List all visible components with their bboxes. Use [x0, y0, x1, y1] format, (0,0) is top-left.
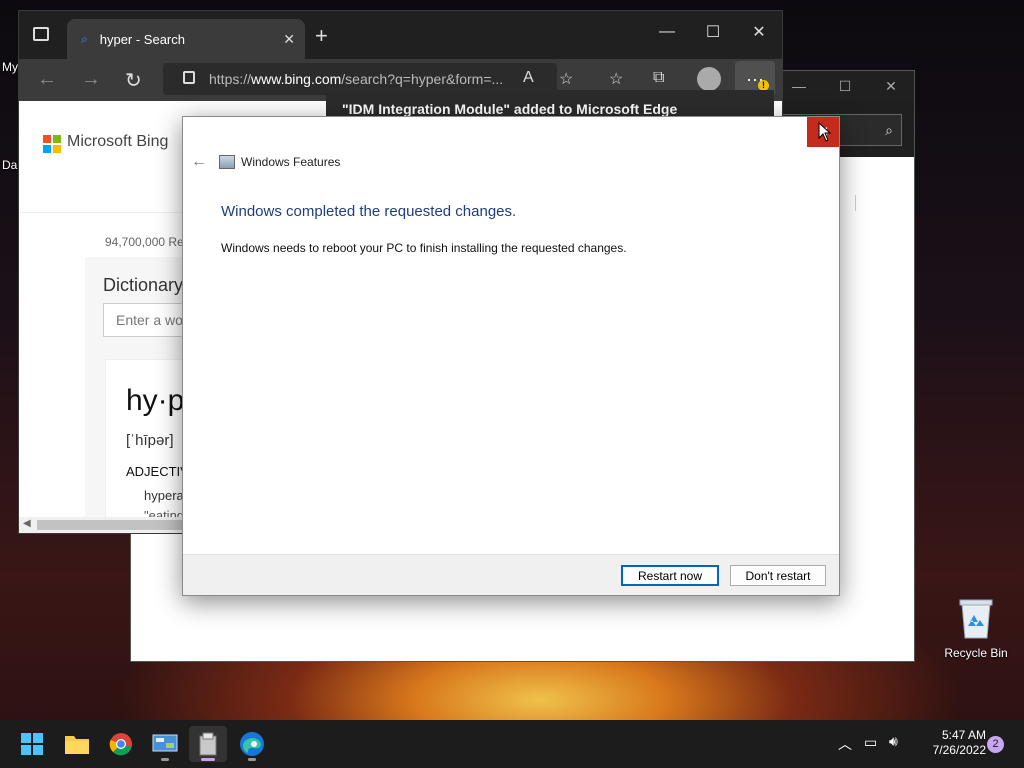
chrome-button[interactable]	[102, 726, 140, 762]
dictionary-word: hy·p	[126, 384, 185, 417]
taskbar: ︿ ▭ 🔊︎ 5:47 AM 7/26/2022 2	[0, 720, 1024, 768]
scroll-left-icon[interactable]: ◀	[23, 518, 31, 529]
file-explorer-button[interactable]	[58, 726, 96, 762]
network-icon[interactable]: ▭	[864, 734, 877, 751]
new-tab-icon[interactable]: +	[315, 23, 328, 49]
lock-icon[interactable]	[183, 71, 195, 84]
dont-restart-button[interactable]: Don't restart	[730, 565, 826, 586]
read-aloud-icon[interactable]: A	[523, 69, 534, 87]
dialog-message: Windows needs to reboot your PC to finis…	[221, 241, 627, 255]
desktop-icon-label: My	[2, 60, 18, 74]
edge-icon	[240, 732, 264, 756]
favorites-icon[interactable]: ☆	[609, 69, 623, 89]
control-panel-icon	[152, 734, 178, 752]
restart-now-button[interactable]: Restart now	[621, 565, 719, 586]
tab-strip: ⌕ hyper - Search ✕ + — ☐ ✕	[19, 11, 782, 59]
dialog-title: Windows Features	[241, 155, 341, 169]
tab-actions-icon[interactable]	[33, 27, 49, 41]
back-arrow-icon[interactable]: ←	[191, 153, 207, 171]
add-favorite-icon[interactable]: ☆	[559, 69, 573, 89]
part-of-speech: ADJECTIV	[126, 464, 189, 479]
close-tab-icon[interactable]: ✕	[283, 31, 295, 48]
tab-title: hyper - Search	[99, 31, 185, 47]
windows-features-icon	[219, 155, 235, 169]
pronunciation: [ˈhīpər]	[126, 432, 174, 449]
recycle-bin-label: Recycle Bin	[944, 646, 1008, 660]
desktop-icon-label: Da	[2, 158, 18, 172]
scrollbar-thumb[interactable]	[37, 520, 197, 530]
divider	[855, 195, 856, 211]
forward-arrow-icon[interactable]: →	[81, 68, 101, 91]
tab-bing-search[interactable]: ⌕ hyper - Search ✕	[67, 19, 305, 59]
dialog-heading: Windows completed the requested changes.	[221, 203, 517, 220]
close-icon[interactable]: ✕	[736, 11, 782, 53]
edge-button[interactable]	[233, 726, 271, 762]
notification-count-badge[interactable]: 2	[987, 736, 1004, 753]
search-icon: ⌕	[81, 31, 88, 46]
dialog-footer: Restart now Don't restart	[183, 554, 839, 595]
control-panel-button[interactable]	[146, 726, 184, 762]
profile-avatar[interactable]	[697, 67, 721, 91]
clock-time: 5:47 AM	[941, 728, 986, 742]
close-icon[interactable]: ✕	[868, 71, 914, 101]
recycle-bin-icon	[956, 596, 996, 640]
maximize-icon[interactable]: ☐	[690, 11, 736, 53]
derivative: hypera	[144, 488, 184, 503]
recycle-bin[interactable]: Recycle Bin	[938, 596, 1014, 660]
volume-icon[interactable]: 🔊︎	[889, 733, 898, 750]
refresh-icon[interactable]: ↻	[125, 68, 142, 93]
dictionary-title: Dictionary	[103, 275, 184, 295]
bing-brand[interactable]: Microsoft Bing	[67, 133, 168, 151]
active-indicator	[201, 758, 215, 761]
window-controls: — ☐ ✕	[644, 11, 782, 53]
running-indicator	[248, 758, 256, 761]
address-domain: www.bing.com	[251, 71, 342, 87]
clock-date: 7/26/2022	[932, 743, 986, 757]
clock[interactable]: 5:47 AM 7/26/2022	[914, 728, 986, 758]
address-prefix: https://	[209, 71, 252, 87]
chrome-icon	[109, 733, 132, 756]
collections-icon[interactable]: ⧉	[653, 69, 664, 87]
minimize-icon[interactable]: —	[644, 11, 690, 53]
folder-icon	[65, 736, 89, 754]
windows-logo-icon	[21, 733, 43, 755]
installer-icon	[199, 732, 217, 756]
notification-text: "IDM Integration Module" added to Micros…	[342, 101, 678, 117]
mouse-cursor-icon	[818, 122, 832, 142]
windows-features-dialog: ✕ ← Windows Features Windows completed t…	[182, 116, 840, 596]
show-hidden-icons-icon[interactable]: ︿	[838, 734, 852, 754]
windows-features-taskbar-button[interactable]	[189, 726, 227, 762]
microsoft-logo-icon[interactable]	[43, 135, 61, 153]
search-icon: ⌕	[885, 122, 893, 138]
address-path: /search?q=hyper&form=...	[341, 71, 504, 87]
back-arrow-icon[interactable]: ←	[37, 68, 57, 91]
start-button[interactable]	[13, 726, 51, 762]
results-count: 94,700,000 Res	[105, 235, 190, 249]
running-indicator	[161, 758, 169, 761]
maximize-icon[interactable]: ☐	[822, 71, 868, 101]
